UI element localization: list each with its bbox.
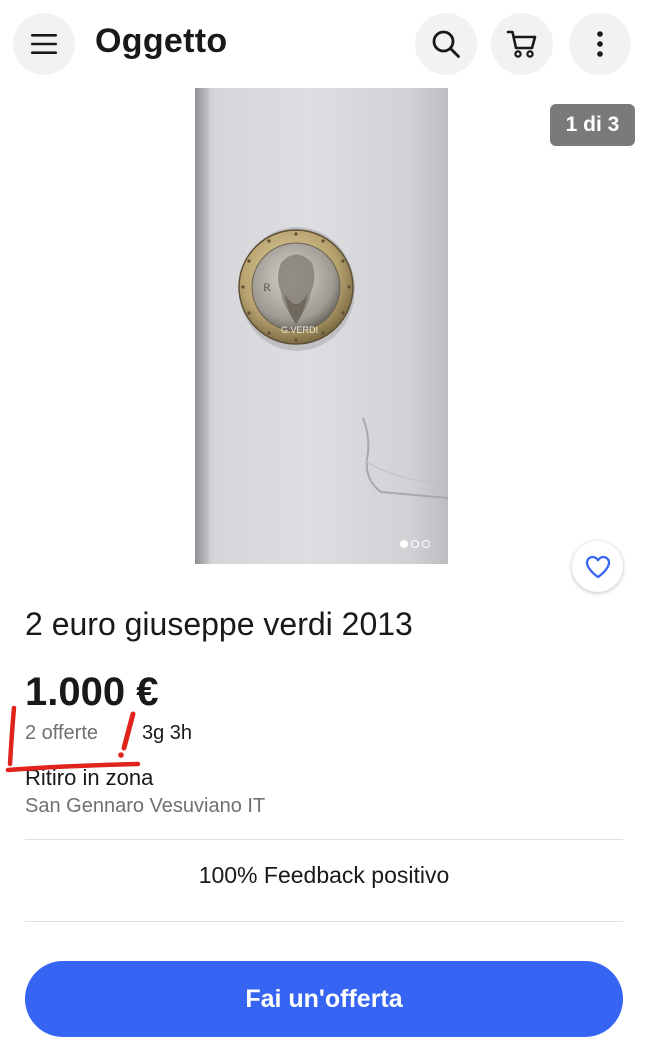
cart-button[interactable] [491,13,553,75]
carousel-dot[interactable] [400,540,408,548]
section-divider [25,921,623,922]
seller-feedback[interactable]: 100% Feedback positivo [25,862,623,889]
carousel-indicator[interactable] [400,540,430,548]
image-gallery[interactable]: R G.VERDI 1 di 3 [0,88,648,572]
watch-button[interactable] [572,541,623,592]
carousel-dot[interactable] [422,540,430,548]
cart-icon [506,30,537,58]
svg-text:G.VERDI: G.VERDI [281,325,318,335]
more-options-button[interactable] [569,13,631,75]
page-title: Oggetto [95,22,228,60]
hamburger-menu-icon [31,34,57,54]
red-annotation-mark [5,705,141,773]
menu-button[interactable] [13,13,75,75]
top-app-bar: Oggetto [0,0,648,89]
more-vertical-icon [597,31,603,57]
listing-title: 2 euro giuseppe verdi 2013 [25,606,413,642]
time-left: 3g 3h [142,722,193,744]
svg-text:R: R [263,280,271,294]
section-divider [25,839,623,840]
image-counter-badge: 1 di 3 [550,104,635,146]
place-bid-button[interactable]: Fai un'offerta [25,961,623,1037]
coin-image: R G.VERDI [238,227,448,499]
carousel-dot[interactable] [411,540,419,548]
item-location: San Gennaro Vesuviano IT [25,795,266,817]
listing-photo[interactable]: R G.VERDI [195,88,448,564]
heart-icon [585,555,610,578]
search-button[interactable] [415,13,477,75]
search-icon [432,30,460,58]
